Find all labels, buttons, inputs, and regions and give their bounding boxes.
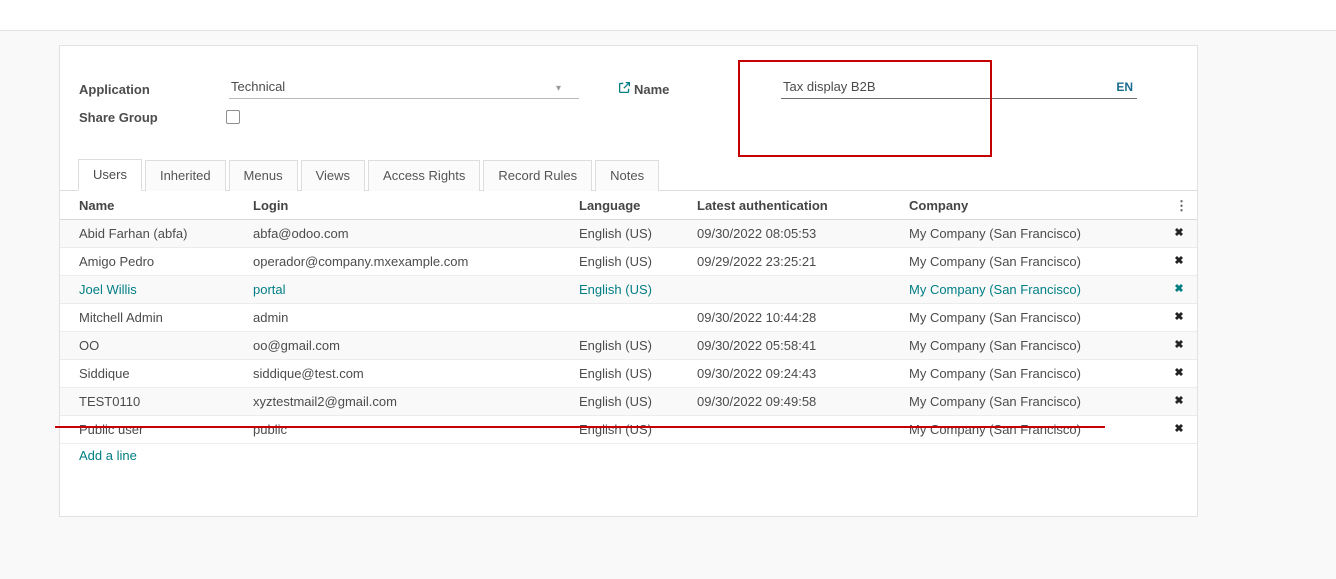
- cell-company[interactable]: My Company (San Francisco): [909, 360, 1161, 387]
- cell-latest-authentication[interactable]: [697, 276, 909, 303]
- table-row[interactable]: TEST0110 xyztestmail2@gmail.com English (U…: [60, 388, 1197, 416]
- delete-row-icon[interactable]: ✖: [1161, 416, 1197, 443]
- table-row[interactable]: Abid Farhan (abfa) abfa@odoo.com English (…: [60, 220, 1197, 248]
- column-header-name[interactable]: Name: [79, 192, 253, 219]
- cell-login[interactable]: admin: [253, 304, 579, 331]
- chevron-down-icon[interactable]: ▾: [556, 83, 561, 94]
- delete-row-icon[interactable]: ✖: [1161, 304, 1197, 331]
- table-header: Name Login Language Latest authenticatio…: [60, 192, 1197, 220]
- group-form-card: Application Technical ▾ Name Tax display…: [59, 45, 1198, 517]
- optional-columns-kebab-icon[interactable]: ⋮: [1161, 192, 1197, 219]
- cell-language[interactable]: English (US): [579, 248, 697, 275]
- cell-language[interactable]: English (US): [579, 220, 697, 247]
- add-a-line-link[interactable]: Add a line: [79, 448, 137, 463]
- cell-language[interactable]: English (US): [579, 276, 697, 303]
- cell-name[interactable]: Amigo Pedro: [79, 248, 253, 275]
- application-field[interactable]: Technical ▾: [229, 79, 579, 99]
- cell-login[interactable]: abfa@odoo.com: [253, 220, 579, 247]
- cell-language[interactable]: English (US): [579, 360, 697, 387]
- page: Application Technical ▾ Name Tax display…: [0, 0, 1336, 579]
- cell-company[interactable]: My Company (San Francisco): [909, 416, 1161, 443]
- tab-views[interactable]: Views: [300, 160, 366, 191]
- delete-row-icon[interactable]: ✖: [1161, 388, 1197, 415]
- form-area: Application Technical ▾ Name Tax display…: [79, 76, 1178, 156]
- table-body: Abid Farhan (abfa) abfa@odoo.com English (…: [60, 220, 1197, 444]
- cell-login[interactable]: oo@gmail.com: [253, 332, 579, 359]
- cell-latest-authentication[interactable]: 09/30/2022 08:05:53: [697, 220, 909, 247]
- cell-name[interactable]: Joel Willis: [79, 276, 253, 303]
- application-value[interactable]: Technical: [229, 79, 285, 94]
- cell-name[interactable]: Public user: [79, 416, 253, 443]
- cell-language[interactable]: English (US): [579, 416, 697, 443]
- translate-lang-badge[interactable]: EN: [1116, 80, 1133, 94]
- cell-name[interactable]: Siddique: [79, 360, 253, 387]
- name-label: Name: [634, 82, 670, 97]
- tab-record-rules[interactable]: Record Rules: [483, 160, 593, 191]
- cell-name[interactable]: Mitchell Admin: [79, 304, 253, 331]
- delete-row-icon[interactable]: ✖: [1161, 332, 1197, 359]
- top-bar: [0, 0, 1336, 31]
- name-field[interactable]: Tax display B2B EN: [781, 79, 1137, 99]
- tab-menus[interactable]: Menus: [228, 160, 298, 191]
- column-header-latest-authentication[interactable]: Latest authentication: [697, 192, 909, 219]
- table-row[interactable]: Public user public English (US) My Company …: [60, 416, 1197, 444]
- cell-latest-authentication[interactable]: 09/30/2022 09:24:43: [697, 360, 909, 387]
- cell-company[interactable]: My Company (San Francisco): [909, 332, 1161, 359]
- cell-login[interactable]: portal: [253, 276, 579, 303]
- table-row[interactable]: OO oo@gmail.com English (US) 09/30/2022 05:…: [60, 332, 1197, 360]
- tab-notes[interactable]: Notes: [595, 160, 660, 191]
- cell-name[interactable]: Abid Farhan (abfa): [79, 220, 253, 247]
- cell-latest-authentication[interactable]: 09/30/2022 10:44:28: [697, 304, 909, 331]
- cell-language[interactable]: English (US): [579, 388, 697, 415]
- column-header-company[interactable]: Company: [909, 192, 1161, 219]
- table-row[interactable]: Mitchell Admin admin 09/30/2022 10:44:28 My…: [60, 304, 1197, 332]
- delete-row-icon[interactable]: ✖: [1161, 220, 1197, 247]
- tab-bar: Users Inherited Menus Views Access Rights Rec…: [60, 159, 1197, 191]
- delete-row-icon[interactable]: ✖: [1161, 360, 1197, 387]
- cell-name[interactable]: TEST0110: [79, 388, 253, 415]
- cell-login[interactable]: public: [253, 416, 579, 443]
- application-label: Application: [79, 82, 150, 97]
- cell-company[interactable]: My Company (San Francisco): [909, 248, 1161, 275]
- cell-language[interactable]: English (US): [579, 332, 697, 359]
- column-header-login[interactable]: Login: [253, 192, 579, 219]
- cell-name[interactable]: OO: [79, 332, 253, 359]
- cell-login[interactable]: siddique@test.com: [253, 360, 579, 387]
- cell-latest-authentication[interactable]: 09/29/2022 23:25:21: [697, 248, 909, 275]
- cell-login[interactable]: xyztestmail2@gmail.com: [253, 388, 579, 415]
- table-row[interactable]: Amigo Pedro operador@company.mxexample.co…: [60, 248, 1197, 276]
- cell-language[interactable]: [579, 304, 697, 331]
- cell-company[interactable]: My Company (San Francisco): [909, 304, 1161, 331]
- name-value[interactable]: Tax display B2B: [781, 79, 876, 94]
- cell-login[interactable]: operador@company.mxexample.com: [253, 248, 579, 275]
- delete-row-icon[interactable]: ✖: [1161, 276, 1197, 303]
- cell-company[interactable]: My Company (San Francisco): [909, 276, 1161, 303]
- share-group-checkbox[interactable]: [226, 110, 240, 124]
- column-header-language[interactable]: Language: [579, 192, 697, 219]
- cell-latest-authentication[interactable]: 09/30/2022 09:49:58: [697, 388, 909, 415]
- cell-company[interactable]: My Company (San Francisco): [909, 220, 1161, 247]
- share-group-label: Share Group: [79, 110, 158, 125]
- cell-latest-authentication[interactable]: 09/30/2022 05:58:41: [697, 332, 909, 359]
- tab-users[interactable]: Users: [78, 159, 142, 191]
- tab-inherited[interactable]: Inherited: [144, 160, 226, 191]
- table-row[interactable]: Siddique siddique@test.com English (US) 09/…: [60, 360, 1197, 388]
- delete-row-icon[interactable]: ✖: [1161, 248, 1197, 275]
- table-row[interactable]: Joel Willis portal English (US) My Company …: [60, 276, 1197, 304]
- cell-company[interactable]: My Company (San Francisco): [909, 388, 1161, 415]
- tab-access-rights[interactable]: Access Rights: [368, 160, 481, 191]
- external-link-icon[interactable]: [618, 81, 631, 97]
- cell-latest-authentication[interactable]: [697, 416, 909, 443]
